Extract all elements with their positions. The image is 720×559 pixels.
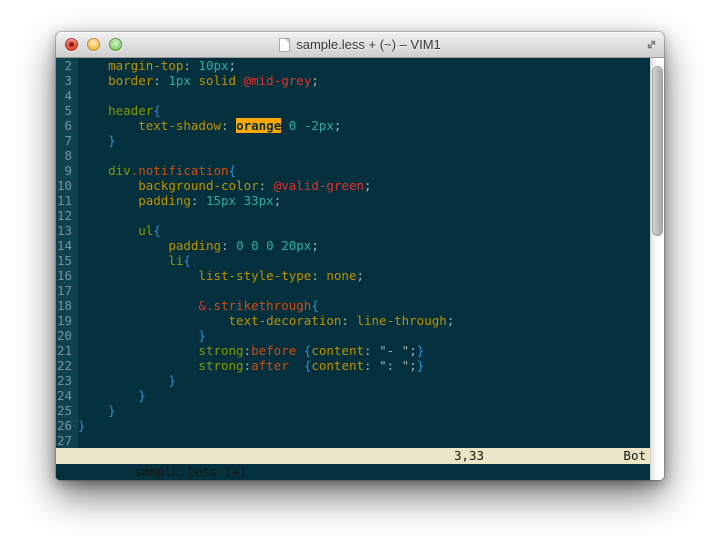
code-line: 8 [56, 148, 650, 163]
code-text [78, 88, 650, 103]
code-text: } [78, 388, 650, 403]
code-line: 18 &.strikethrough{ [56, 298, 650, 313]
code-line: 26} [56, 418, 650, 433]
code-line: 12 [56, 208, 650, 223]
code-line: 14 padding: 0 0 0 20px; [56, 238, 650, 253]
code-text: strong:after {content: ": ";} [78, 358, 650, 373]
traffic-lights [65, 32, 122, 57]
code-text: div.notification{ [78, 163, 650, 178]
code-text: &.strikethrough{ [78, 298, 650, 313]
code-line: 17 [56, 283, 650, 298]
document-icon [279, 38, 290, 52]
desktop: sample.less + (~) – VIM1 2 margin-top: 1… [0, 0, 720, 559]
code-text: header{ [78, 103, 650, 118]
scrollbar-thumb[interactable] [652, 66, 663, 236]
line-number: 26 [56, 418, 78, 433]
code-line: 20 } [56, 328, 650, 343]
code-text: strong:before {content: "- ";} [78, 343, 650, 358]
scroll-position: Bot [623, 448, 646, 464]
code-line: 23 } [56, 373, 650, 388]
code-text: } [78, 133, 650, 148]
line-number: 5 [56, 103, 78, 118]
code-line: 3 border: 1px solid @mid-grey; [56, 73, 650, 88]
code-text: text-shadow: orange 0 -2px; [78, 118, 650, 133]
code-text: margin-top: 10px; [78, 58, 650, 73]
line-number: 18 [56, 298, 78, 313]
code-text: padding: 0 0 0 20px; [78, 238, 650, 253]
code-text: } [78, 328, 650, 343]
close-button[interactable] [65, 38, 78, 51]
line-number: 27 [56, 433, 78, 448]
code-text: } [78, 418, 650, 433]
code-line: 15 li{ [56, 253, 650, 268]
code-text: } [78, 403, 650, 418]
code-text: list-style-type: none; [78, 268, 650, 283]
code-text [78, 433, 650, 448]
code-text [78, 148, 650, 163]
line-number: 4 [56, 88, 78, 103]
zoom-button[interactable] [109, 38, 122, 51]
code-line: 13 ul{ [56, 223, 650, 238]
code-line: 24 } [56, 388, 650, 403]
line-number: 17 [56, 283, 78, 298]
line-number: 21 [56, 343, 78, 358]
code-text [78, 208, 650, 223]
code-text [78, 283, 650, 298]
code-text: } [78, 373, 650, 388]
code-text: border: 1px solid @mid-grey; [78, 73, 650, 88]
editor-column: 2 margin-top: 10px;3 border: 1px solid @… [56, 58, 650, 480]
window-title: sample.less + (~) – VIM1 [296, 37, 441, 52]
code-line: 21 strong:before {content: "- ";} [56, 343, 650, 358]
title-bar[interactable]: sample.less + (~) – VIM1 [56, 32, 664, 58]
code-line: 10 background-color: @valid-green; [56, 178, 650, 193]
code-line: 27 [56, 433, 650, 448]
code-line: 9 div.notification{ [56, 163, 650, 178]
code-line: 25 } [56, 403, 650, 418]
code-text: ul{ [78, 223, 650, 238]
code-line: 4 [56, 88, 650, 103]
line-number: 2 [56, 58, 78, 73]
line-number: 8 [56, 148, 78, 163]
code-line: 16 list-style-type: none; [56, 268, 650, 283]
line-number: 14 [56, 238, 78, 253]
line-number: 7 [56, 133, 78, 148]
line-number: 15 [56, 253, 78, 268]
window-body: 2 margin-top: 10px;3 border: 1px solid @… [56, 58, 664, 480]
code-line: 22 strong:after {content: ": ";} [56, 358, 650, 373]
scrollbar-track[interactable] [650, 58, 664, 480]
code-text: li{ [78, 253, 650, 268]
line-number: 11 [56, 193, 78, 208]
line-number: 9 [56, 163, 78, 178]
line-number: 16 [56, 268, 78, 283]
vim-window: sample.less + (~) – VIM1 2 margin-top: 1… [56, 32, 664, 480]
minimize-button[interactable] [87, 38, 100, 51]
code-line: 6 text-shadow: orange 0 -2px; [56, 118, 650, 133]
line-number: 20 [56, 328, 78, 343]
file-status: sample.less [+] [134, 464, 247, 479]
code-text: text-decoration: line-through; [78, 313, 650, 328]
code-line: 2 margin-top: 10px; [56, 58, 650, 73]
title-group: sample.less + (~) – VIM1 [279, 37, 441, 52]
line-number: 6 [56, 118, 78, 133]
line-number: 25 [56, 403, 78, 418]
code-line: 11 padding: 15px 33px; [56, 193, 650, 208]
line-number: 24 [56, 388, 78, 403]
cursor-position: 3,33 [454, 448, 484, 464]
line-number: 3 [56, 73, 78, 88]
fullscreen-resize-icon[interactable] [644, 37, 658, 51]
line-number: 23 [56, 373, 78, 388]
code-text: padding: 15px 33px; [78, 193, 650, 208]
code-line: 5 header{ [56, 103, 650, 118]
line-number: 19 [56, 313, 78, 328]
line-number: 22 [56, 358, 78, 373]
code-line: 7 } [56, 133, 650, 148]
line-number: 10 [56, 178, 78, 193]
line-number: 13 [56, 223, 78, 238]
status-bar: sample.less [+] 3,33 Bot [56, 448, 650, 464]
code-text: background-color: @valid-green; [78, 178, 650, 193]
line-number: 12 [56, 208, 78, 223]
code-line: 19 text-decoration: line-through; [56, 313, 650, 328]
code-area[interactable]: 2 margin-top: 10px;3 border: 1px solid @… [56, 58, 650, 448]
